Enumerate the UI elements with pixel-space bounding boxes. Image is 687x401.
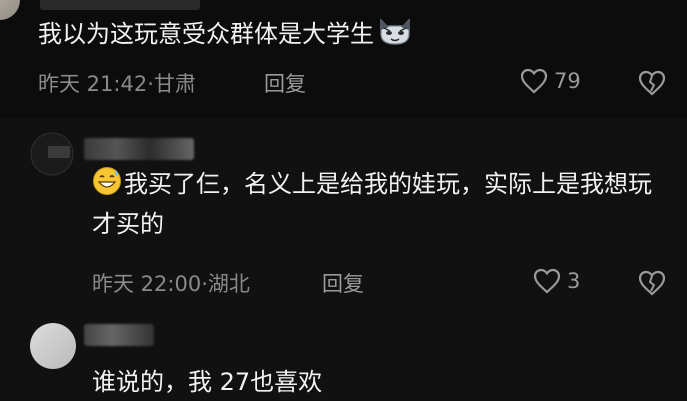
- comment-meta: 昨天 21:42·甘肃: [38, 72, 196, 96]
- heart-icon: [520, 68, 548, 94]
- location: 甘肃: [153, 72, 196, 96]
- like-button[interactable]: 79: [520, 68, 581, 94]
- cat-face-emoji-icon: [378, 16, 412, 56]
- timestamp: 昨天 21:42: [38, 72, 148, 96]
- timestamp: 昨天 22:00: [92, 272, 202, 296]
- dislike-button[interactable]: [638, 70, 666, 100]
- dislike-button[interactable]: [638, 270, 666, 300]
- comment-text: 我以为这玩意受众群体是大学生: [38, 16, 412, 56]
- comment-item[interactable]: 谁说的，我 27也喜欢: [0, 308, 687, 401]
- comment-item[interactable]: 我以为这玩意受众群体是大学生 昨天 21:42·甘肃 回复 79: [0, 0, 687, 118]
- broken-heart-icon: [638, 270, 666, 296]
- comment-meta: 昨天 22:00·湖北: [92, 272, 250, 296]
- username-blurred[interactable]: [40, 0, 200, 10]
- username-blurred[interactable]: [84, 324, 154, 346]
- grinning-sweat-emoji-icon: [92, 166, 122, 206]
- like-count: 79: [554, 69, 581, 93]
- avatar[interactable]: [30, 132, 74, 176]
- broken-heart-icon: [638, 70, 666, 96]
- like-count: 3: [567, 269, 581, 293]
- comment-text-content: 我买了仨，名义上是给我的娃玩，实际上是我想玩才买的: [92, 170, 652, 238]
- like-button[interactable]: 3: [533, 268, 580, 294]
- location: 湖北: [207, 272, 250, 296]
- reply-button[interactable]: 回复: [264, 68, 306, 98]
- comment-text: 谁说的，我 27也喜欢: [92, 368, 323, 396]
- avatar[interactable]: [30, 323, 76, 369]
- heart-icon: [533, 268, 561, 294]
- reply-button[interactable]: 回复: [322, 268, 364, 298]
- comment-text-content: 我以为这玩意受众群体是大学生: [38, 20, 374, 48]
- comment-item[interactable]: 我买了仨，名义上是给我的娃玩，实际上是我想玩才买的 昨天 22:00·湖北 回复…: [0, 118, 687, 308]
- comment-text: 我买了仨，名义上是给我的娃玩，实际上是我想玩才买的: [92, 166, 672, 242]
- avatar[interactable]: [0, 0, 20, 20]
- username-blurred[interactable]: [84, 138, 194, 160]
